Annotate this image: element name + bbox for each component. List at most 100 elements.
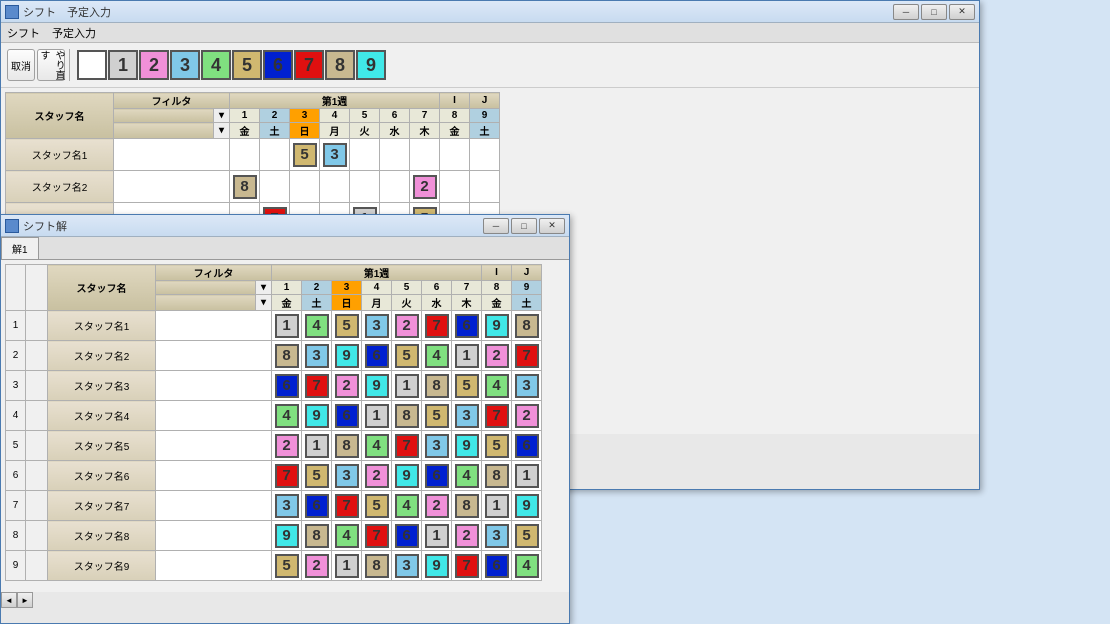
shift-cell[interactable]: 5 (392, 341, 422, 371)
filter-cell[interactable] (156, 401, 272, 431)
shift-value[interactable]: 7 (395, 434, 419, 458)
shift-cell[interactable]: 5 (272, 551, 302, 581)
shift-cell[interactable]: 6 (302, 491, 332, 521)
shift-cell[interactable]: 6 (272, 371, 302, 401)
shift-value[interactable]: 8 (485, 464, 509, 488)
shift-select-blank[interactable] (77, 50, 107, 80)
shift-value[interactable]: 6 (485, 554, 509, 578)
shift-value[interactable]: 5 (485, 434, 509, 458)
filter-cell[interactable] (156, 371, 272, 401)
shift-select-9[interactable]: 9 (356, 50, 386, 80)
filter-dropdown[interactable]: ▾ (214, 123, 230, 139)
shift-value[interactable]: 7 (275, 464, 299, 488)
shift-value[interactable]: 9 (395, 464, 419, 488)
shift-value[interactable]: 5 (335, 314, 359, 338)
shift-cell[interactable]: 9 (452, 431, 482, 461)
shift-value[interactable]: 2 (485, 344, 509, 368)
shift-cell[interactable]: 3 (302, 341, 332, 371)
shift-cell[interactable]: 9 (512, 491, 542, 521)
filter-cell[interactable] (156, 491, 272, 521)
shift-value[interactable]: 2 (455, 524, 479, 548)
shift-value[interactable]: 8 (515, 314, 539, 338)
shift-value[interactable]: 2 (365, 464, 389, 488)
shift-value[interactable]: 4 (365, 434, 389, 458)
shift-cell[interactable]: 9 (392, 461, 422, 491)
shift-cell[interactable]: 8 (422, 371, 452, 401)
shift-cell[interactable]: 2 (452, 521, 482, 551)
shift-value[interactable]: 5 (455, 374, 479, 398)
shift-cell[interactable]: 3 (320, 139, 350, 171)
shift-value[interactable]: 4 (275, 404, 299, 428)
shift-value[interactable]: 8 (395, 404, 419, 428)
filter-cell[interactable] (114, 139, 230, 171)
shift-cell[interactable]: 4 (422, 341, 452, 371)
shift-value[interactable]: 1 (455, 344, 479, 368)
menu-input[interactable]: 予定入力 (52, 25, 96, 41)
shift-value[interactable]: 4 (395, 494, 419, 518)
shift-cell[interactable]: 7 (482, 401, 512, 431)
shift-cell[interactable] (440, 139, 470, 171)
shift-cell[interactable]: 4 (392, 491, 422, 521)
minimize-button[interactable]: ─ (483, 218, 509, 234)
shift-value[interactable]: 9 (275, 524, 299, 548)
shift-cell[interactable]: 2 (272, 431, 302, 461)
shift-cell[interactable]: 9 (302, 401, 332, 431)
shift-cell[interactable]: 5 (290, 139, 320, 171)
shift-value[interactable]: 4 (305, 314, 329, 338)
shift-cell[interactable]: 3 (392, 551, 422, 581)
shift-cell[interactable]: 5 (332, 311, 362, 341)
shift-value[interactable]: 6 (365, 344, 389, 368)
shift-cell[interactable]: 2 (302, 551, 332, 581)
scrollbar[interactable]: ◄ ► (1, 592, 569, 608)
shift-value[interactable]: 5 (395, 344, 419, 368)
shift-value[interactable]: 2 (515, 404, 539, 428)
shift-cell[interactable]: 8 (512, 311, 542, 341)
shift-value[interactable]: 6 (305, 494, 329, 518)
titlebar[interactable]: シフト 予定入力 ─ □ ✕ (1, 1, 979, 23)
shift-cell[interactable] (410, 139, 440, 171)
shift-cell[interactable] (260, 139, 290, 171)
minimize-button[interactable]: ─ (893, 4, 919, 20)
shift-cell[interactable]: 4 (272, 401, 302, 431)
shift-cell[interactable]: 2 (362, 461, 392, 491)
shift-cell[interactable]: 9 (332, 341, 362, 371)
shift-value[interactable]: 6 (335, 404, 359, 428)
shift-select-7[interactable]: 7 (294, 50, 324, 80)
shift-value[interactable]: 8 (275, 344, 299, 368)
shift-cell[interactable]: 4 (332, 521, 362, 551)
shift-value[interactable]: 9 (515, 494, 539, 518)
shift-value[interactable]: 9 (455, 434, 479, 458)
titlebar[interactable]: シフト解 ─ □ ✕ (1, 215, 569, 237)
shift-cell[interactable] (470, 139, 500, 171)
shift-value[interactable]: 7 (515, 344, 539, 368)
shift-cell[interactable] (290, 171, 320, 203)
shift-value[interactable]: 6 (275, 374, 299, 398)
shift-value[interactable]: 2 (305, 554, 329, 578)
shift-cell[interactable]: 2 (512, 401, 542, 431)
shift-cell[interactable]: 4 (482, 371, 512, 401)
filter-cell[interactable] (156, 311, 272, 341)
shift-cell[interactable] (320, 171, 350, 203)
shift-cell[interactable]: 2 (392, 311, 422, 341)
shift-cell[interactable]: 1 (482, 491, 512, 521)
shift-cell[interactable]: 8 (362, 551, 392, 581)
shift-select-6[interactable]: 6 (263, 50, 293, 80)
shift-cell[interactable]: 8 (392, 401, 422, 431)
close-button[interactable]: ✕ (949, 4, 975, 20)
shift-cell[interactable] (350, 171, 380, 203)
cancel-button[interactable]: 取消 (7, 49, 35, 81)
shift-cell[interactable] (380, 139, 410, 171)
shift-cell[interactable]: 5 (422, 401, 452, 431)
shift-value[interactable]: 6 (425, 464, 449, 488)
shift-cell[interactable]: 1 (452, 341, 482, 371)
filter-cell[interactable] (114, 171, 230, 203)
shift-value[interactable]: 4 (425, 344, 449, 368)
shift-value[interactable]: 8 (335, 434, 359, 458)
shift-cell[interactable]: 3 (482, 521, 512, 551)
shift-value[interactable]: 3 (485, 524, 509, 548)
shift-value[interactable]: 2 (413, 175, 437, 199)
shift-cell[interactable]: 6 (422, 461, 452, 491)
shift-value[interactable]: 8 (455, 494, 479, 518)
shift-value[interactable]: 3 (305, 344, 329, 368)
shift-cell[interactable]: 2 (422, 491, 452, 521)
